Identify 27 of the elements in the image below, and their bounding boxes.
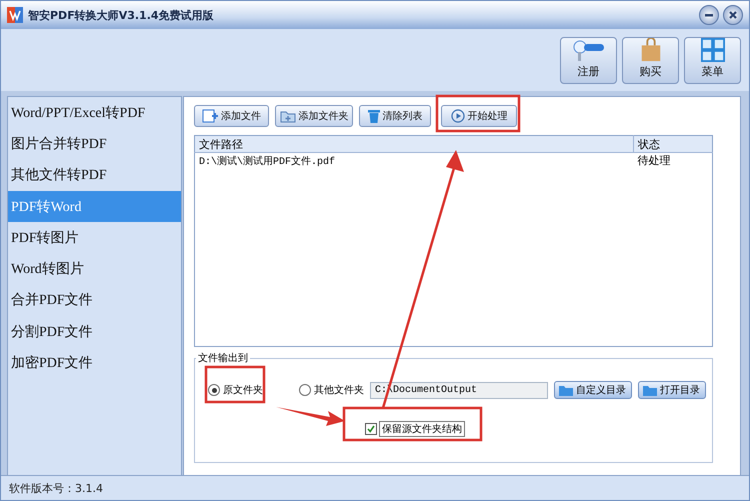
- radio-option[interactable]: 原文件夹: [208, 383, 263, 397]
- radio-option[interactable]: 其他文件夹: [299, 383, 364, 397]
- toolbar-button[interactable]: 菜单: [684, 37, 741, 84]
- toolbar-button[interactable]: 注册: [560, 37, 617, 84]
- sidebar-item[interactable]: 图片合并转PDF: [8, 128, 181, 160]
- column-header: 状态: [634, 136, 712, 152]
- sidebar-item[interactable]: PDF转图片: [8, 222, 181, 254]
- table-cell: D:\测试\测试用PDF文件.pdf: [194, 152, 634, 168]
- toolbar-button[interactable]: 添加文件: [194, 105, 269, 127]
- sidebar-item[interactable]: 合并PDF文件: [8, 284, 181, 316]
- sidebar-item[interactable]: 分割PDF文件: [8, 316, 181, 348]
- sidebar-item[interactable]: 其他文件转PDF: [8, 160, 181, 191]
- group-title: 文件输出到: [197, 352, 249, 365]
- sidebar-item[interactable]: Word转图片: [8, 253, 181, 285]
- window-title: 智安PDF转换大师V3.1.4免费试用版: [28, 8, 215, 22]
- toolbar-button[interactable]: 清除列表: [359, 105, 431, 127]
- sidebar-item[interactable]: 加密PDF文件: [8, 347, 181, 379]
- toolbar-button[interactable]: 购买: [622, 37, 679, 84]
- toolbar-button[interactable]: 开始处理: [441, 105, 517, 127]
- folder-button[interactable]: 自定义目录: [554, 381, 632, 399]
- toolbar-button[interactable]: 添加文件夹: [275, 105, 353, 127]
- sidebar-item[interactable]: Word/PPT/Excel转PDF: [8, 97, 181, 128]
- version-label: 软件版本号：3.1.4: [9, 480, 103, 496]
- column-header: 文件路径: [194, 136, 634, 152]
- table-cell: 待处理: [634, 152, 712, 168]
- checkbox-label[interactable]: 保留源文件夹结构: [379, 421, 465, 437]
- folder-button[interactable]: 打开目录: [638, 381, 706, 399]
